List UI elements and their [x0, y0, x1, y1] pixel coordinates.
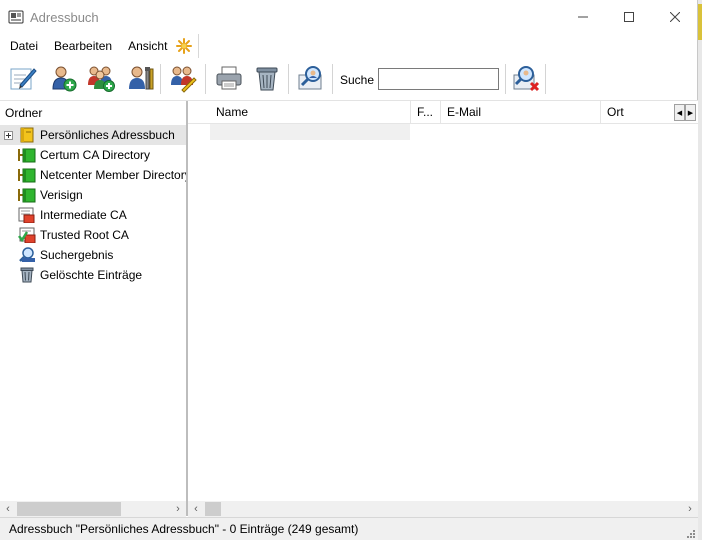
scroll-left-icon[interactable]: ‹: [0, 501, 16, 517]
group-edit-icon: [168, 63, 198, 96]
address-book-window: Adressbuch Datei Bearbeiten Ansicht Such…: [0, 0, 698, 540]
tree-item-label: Gelöschte Einträge: [40, 268, 143, 282]
tree-item-label: Netcenter Member Directory: [40, 168, 186, 182]
toolbar-separator: [505, 64, 506, 94]
scroll-thumb[interactable]: [205, 502, 221, 516]
search-clear-button[interactable]: [509, 62, 543, 96]
find-people-icon: [296, 63, 326, 96]
address-book-app-icon: [8, 10, 24, 24]
menu-ansicht[interactable]: Ansicht: [120, 34, 175, 58]
trusted-certificate-icon: [18, 227, 36, 244]
directory-icon: [18, 147, 36, 163]
search-clear-icon: [511, 63, 541, 96]
menu-separator: [198, 34, 199, 58]
toolbar-separator: [288, 64, 289, 94]
tree-item-intermediate-ca[interactable]: Intermediate CA: [0, 205, 186, 225]
tree-item-netcenter-member-directory[interactable]: Netcenter Member Directory: [0, 165, 186, 185]
properties-icon: [126, 63, 156, 96]
column-scroll-left-icon[interactable]: ◀: [674, 104, 685, 121]
edit-pen-icon: [8, 63, 38, 96]
minimize-button[interactable]: [560, 0, 606, 34]
toolbar-separator: [332, 64, 333, 94]
edit-pen-button[interactable]: [6, 62, 40, 96]
print-icon: [214, 63, 244, 96]
folder-pane-hscrollbar[interactable]: ‹ ›: [0, 501, 186, 517]
tree-item-trusted-root-ca[interactable]: Trusted Root CA: [0, 225, 186, 245]
resize-grip-icon[interactable]: [685, 527, 695, 538]
column-header-f[interactable]: F...: [411, 101, 441, 124]
tree-item-label: Persönliches Adressbuch: [40, 128, 175, 142]
directory-icon: [18, 187, 36, 203]
scroll-left-icon[interactable]: ‹: [188, 501, 204, 517]
menu-bearbeiten[interactable]: Bearbeiten: [46, 34, 120, 58]
scroll-right-icon[interactable]: ›: [170, 501, 186, 517]
maximize-button[interactable]: [606, 0, 652, 34]
toolbar-separator: [205, 64, 206, 94]
list-header: Name F... E-Mail Ort ◀ ▶: [188, 101, 698, 124]
group-edit-button[interactable]: [166, 62, 200, 96]
column-header-name[interactable]: Name: [210, 101, 411, 124]
print-button[interactable]: [212, 62, 246, 96]
tree-item-verisign[interactable]: Verisign: [0, 185, 186, 205]
directory-icon: [18, 167, 36, 183]
background-accent: [698, 4, 702, 40]
folder-pane: Ordner Persönliches Adressbuch Certum CA…: [0, 101, 186, 501]
scroll-thumb[interactable]: [17, 502, 121, 516]
toolbar: Suche: [0, 58, 698, 100]
close-button[interactable]: [652, 0, 698, 34]
trash-icon: [18, 267, 36, 283]
new-group-button[interactable]: [84, 62, 118, 96]
tree-item-geloeschte-eintraege[interactable]: Gelöschte Einträge: [0, 265, 186, 285]
tree-item-certum-ca-directory[interactable]: Certum CA Directory: [0, 145, 186, 165]
certificate-icon: [18, 207, 36, 224]
properties-button[interactable]: [124, 62, 158, 96]
column-header-ort[interactable]: Ort: [601, 101, 674, 124]
tree-item-suchergebnis[interactable]: Suchergebnis: [0, 245, 186, 265]
delete-icon: [252, 63, 282, 96]
menu-bar: Datei Bearbeiten Ansicht: [0, 34, 698, 58]
tree-item-persoenliches-adressbuch[interactable]: Persönliches Adressbuch: [0, 125, 186, 145]
title-bar[interactable]: Adressbuch: [0, 0, 698, 34]
scroll-right-icon[interactable]: ›: [682, 501, 698, 517]
find-people-button[interactable]: [294, 62, 328, 96]
list-item[interactable]: [210, 124, 410, 140]
column-scroll-right-icon[interactable]: ▶: [685, 104, 696, 121]
folder-pane-header: Ordner: [5, 106, 43, 120]
tree-item-label: Certum CA Directory: [40, 148, 151, 162]
tree-item-label: Trusted Root CA: [40, 228, 129, 242]
new-group-icon: [86, 63, 116, 96]
search-label: Suche: [340, 73, 375, 87]
search-input[interactable]: [378, 68, 499, 90]
toolbar-separator: [545, 64, 546, 94]
new-contact-button[interactable]: [46, 62, 80, 96]
delete-button[interactable]: [250, 62, 284, 96]
contact-list: Name F... E-Mail Ort ◀ ▶: [188, 101, 698, 501]
throbber-icon: [175, 37, 193, 55]
status-bar: Adressbuch "Persönliches Adressbuch" - 0…: [0, 517, 698, 540]
folder-tree: Persönliches Adressbuch Certum CA Direct…: [0, 125, 186, 285]
menu-datei[interactable]: Datei: [0, 34, 46, 58]
window-title: Adressbuch: [30, 10, 99, 25]
tree-item-label: Verisign: [40, 188, 83, 202]
search-result-icon: [18, 247, 36, 263]
contact-list-hscrollbar[interactable]: ‹ ›: [188, 501, 698, 517]
background-edge: [698, 0, 702, 540]
column-scroll-buttons: ◀ ▶: [674, 104, 696, 121]
tree-item-label: Intermediate CA: [40, 208, 127, 222]
tree-item-label: Suchergebnis: [40, 248, 114, 262]
column-header-email[interactable]: E-Mail: [441, 101, 601, 124]
toolbar-separator: [160, 64, 161, 94]
status-text: Adressbuch "Persönliches Adressbuch" - 0…: [9, 522, 359, 536]
new-contact-icon: [48, 63, 78, 96]
address-book-icon: [18, 127, 36, 143]
expand-icon[interactable]: [4, 131, 13, 140]
